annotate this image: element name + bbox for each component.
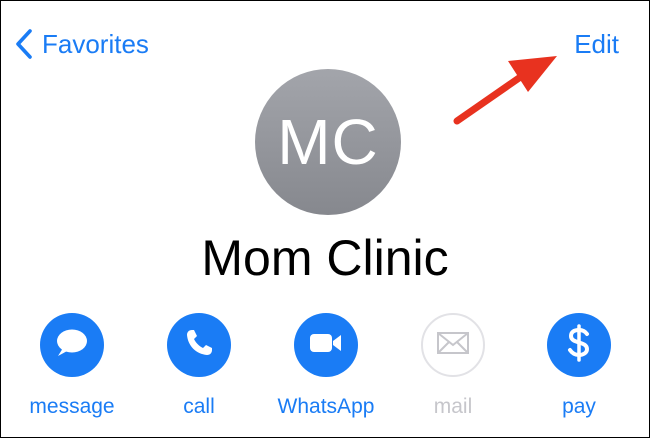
pay-action-circle[interactable] [547, 313, 611, 377]
whatsapp-action-button[interactable]: WhatsApp [261, 313, 391, 420]
back-button[interactable]: Favorites [15, 27, 149, 61]
mail-action-circle[interactable] [421, 313, 485, 377]
call-action-label: call [183, 395, 215, 418]
edit-button[interactable]: Edit [574, 27, 619, 61]
envelope-icon [436, 330, 470, 361]
message-action-circle[interactable] [40, 313, 104, 377]
mail-action-button[interactable]: mail [388, 313, 518, 420]
whatsapp-action-circle[interactable] [294, 313, 358, 377]
contact-name: Mom Clinic [201, 230, 449, 286]
message-bubble-icon [54, 327, 90, 364]
whatsapp-action-label: WhatsApp [277, 395, 375, 418]
message-action-button[interactable]: message [7, 313, 137, 420]
dollar-icon [566, 323, 592, 367]
video-camera-icon [308, 331, 344, 360]
contact-detail-screen: Favorites Edit MC Mom Clinic message cal… [0, 0, 650, 438]
chevron-left-icon [15, 28, 33, 60]
pay-action-label: pay [562, 395, 596, 418]
call-action-button[interactable]: call [134, 313, 264, 420]
avatar-initials: MC [277, 106, 379, 178]
back-button-label: Favorites [42, 29, 149, 59]
pay-action-button[interactable]: pay [514, 313, 644, 420]
call-action-circle[interactable] [167, 313, 231, 377]
phone-icon [183, 327, 215, 364]
avatar: MC [255, 69, 401, 215]
mail-action-label: mail [433, 395, 473, 418]
message-action-label: message [29, 395, 115, 418]
annotation-arrow-icon [447, 47, 563, 136]
